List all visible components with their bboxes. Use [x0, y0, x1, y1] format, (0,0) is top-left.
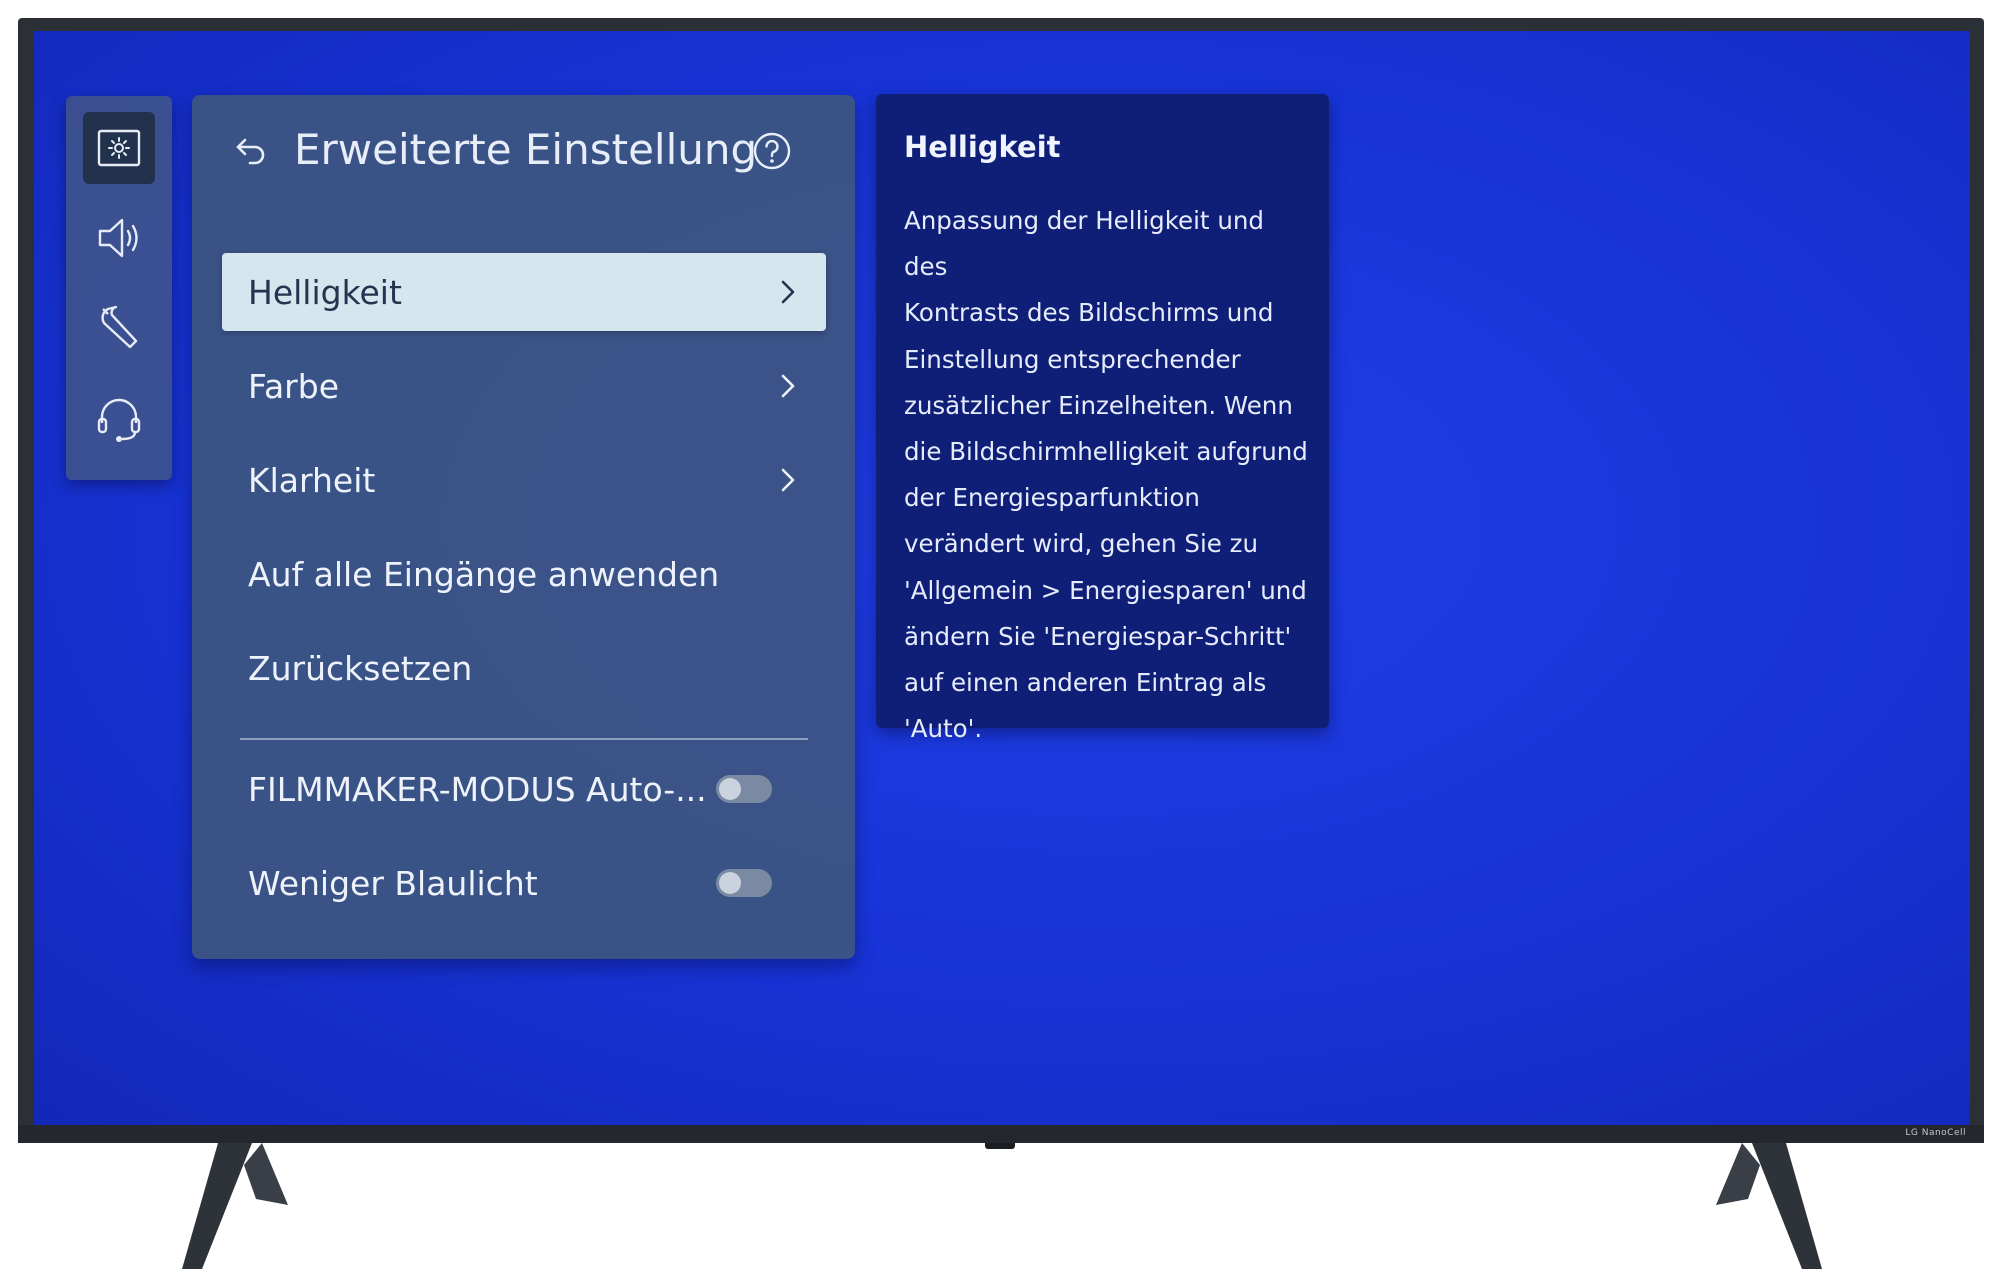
chevron-right-icon [781, 374, 795, 398]
tv-stand-left [182, 1143, 292, 1273]
info-line: 'Allgemein > Energiesparen' und [904, 575, 1307, 605]
info-description: Anpassung der Helligkeit und des Kontras… [904, 198, 1314, 752]
menu-item-reset[interactable]: Zurücksetzen [222, 629, 826, 707]
menu-item-label: Farbe [248, 366, 339, 406]
wrench-icon [101, 305, 138, 349]
menu-item-helligkeit[interactable]: Helligkeit [222, 253, 826, 331]
toggle-label: Weniger Blaulicht [248, 863, 538, 903]
sidebar-item-general[interactable] [83, 292, 155, 364]
info-line: auf einen anderen Eintrag als [904, 668, 1267, 698]
advanced-settings-panel: Erweiterte Einstellung Helligkeit Farbe … [192, 95, 855, 959]
toggle-knob [719, 778, 741, 800]
menu-item-label: Klarheit [248, 460, 376, 500]
menu-item-apply-all-inputs[interactable]: Auf alle Eingänge anwenden [222, 535, 826, 613]
sidebar-item-support[interactable] [83, 382, 155, 454]
chevron-right-icon [781, 280, 795, 304]
menu-item-label: Zurücksetzen [248, 648, 473, 688]
menu-item-label: Auf alle Eingänge anwenden [248, 554, 720, 594]
filmmaker-toggle-switch[interactable] [716, 775, 772, 803]
page-title: Erweiterte Einstellung [294, 125, 758, 174]
info-line: ändern Sie 'Energiespar-Schritt' [904, 621, 1292, 651]
help-circle-icon[interactable] [752, 131, 792, 171]
info-title: Helligkeit [904, 130, 1061, 164]
toggle-row-filmmaker-auto[interactable]: FILMMAKER-MODUS Auto-... [222, 750, 826, 828]
menu-item-klarheit[interactable]: Klarheit [222, 441, 826, 519]
toggle-label: FILMMAKER-MODUS Auto-... [248, 769, 707, 809]
info-line: Einstellung entsprechender [904, 344, 1241, 374]
toggle-row-weniger-blaulicht[interactable]: Weniger Blaulicht [222, 844, 826, 922]
tv-stand-right [1712, 1143, 1822, 1273]
info-line: die Bildschirmhelligkeit aufgrund [904, 437, 1308, 467]
info-line: der Energiesparfunktion [904, 483, 1200, 513]
tv-bottom-bezel [18, 1125, 1984, 1143]
menu-divider [240, 738, 808, 740]
blue-light-toggle-switch[interactable] [716, 869, 772, 897]
info-line: zusätzlicher Einzelheiten. Wenn [904, 390, 1293, 420]
help-info-panel: Helligkeit Anpassung der Helligkeit und … [876, 94, 1329, 743]
menu-item-farbe[interactable]: Farbe [222, 347, 826, 425]
back-arrow-icon [236, 138, 265, 165]
menu-item-label: Helligkeit [248, 272, 402, 312]
ir-sensor [985, 1143, 1015, 1149]
chevron-right-icon [781, 468, 795, 492]
sound-icon [98, 218, 138, 258]
sidebar-item-sound[interactable] [83, 202, 155, 274]
headset-icon [97, 398, 141, 442]
toggle-knob [719, 872, 741, 894]
settings-category-sidebar [66, 96, 172, 480]
back-button[interactable] [230, 129, 272, 171]
info-line: 'Auto'. [904, 714, 983, 744]
info-line: verändert wird, gehen Sie zu [904, 529, 1259, 559]
info-line: Anpassung der Helligkeit und des [904, 206, 1264, 282]
brand-label: LG NanoCell [1905, 1128, 1966, 1138]
sidebar-item-picture[interactable] [83, 112, 155, 184]
picture-icon [97, 129, 141, 167]
info-line: Kontrasts des Bildschirms und [904, 298, 1274, 328]
